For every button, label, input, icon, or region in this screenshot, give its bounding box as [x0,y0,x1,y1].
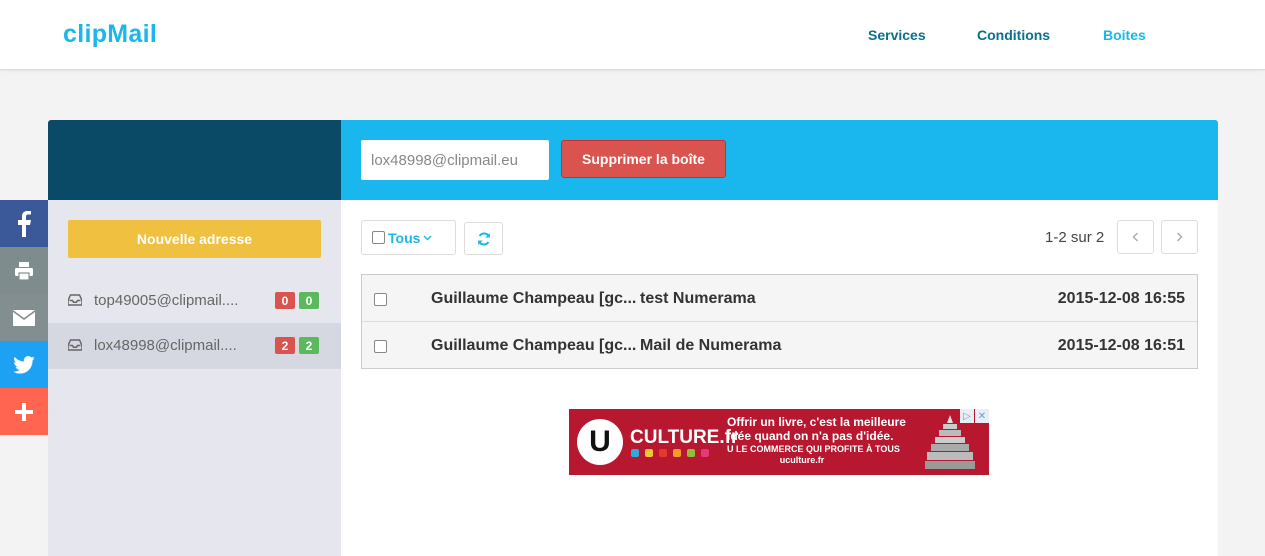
chevron-left-icon [1132,232,1138,242]
ad-color-dots [631,449,709,457]
inbox-icon [68,294,82,306]
pagination-info: 1-2 sur 2 [1045,229,1105,246]
message-area: Tous 1-2 sur 2 Guillaume Champeau [gc...… [341,200,1218,556]
u-logo: U [577,419,623,465]
print-icon [15,261,33,280]
select-filter-dropdown[interactable]: Tous [361,220,456,255]
close-icon[interactable]: ✕ [975,409,989,423]
social-share-bar [0,200,48,435]
mailbox-panel: Supprimer la boîte Nouvelle adresse top4… [48,120,1218,556]
mail-icon [13,309,35,326]
unread-count-badge: 2 [275,337,295,354]
adchoices-icon[interactable]: ▷ [960,409,974,423]
message-checkbox[interactable] [374,293,387,306]
inbox-icon [68,339,82,351]
twitter-icon [13,355,35,374]
mailbox-address: lox48998@clipmail.... [94,337,237,354]
total-count-badge: 2 [299,337,319,354]
print-button[interactable] [0,247,48,294]
nav-conditions[interactable]: Conditions [977,27,1050,43]
nav-services[interactable]: Services [868,27,926,43]
ad-banner[interactable]: U CULTURE.fr Offrir un livre, c'est la m… [569,409,989,475]
ad-line-2: idée quand on n'a pas d'idée. [727,429,894,443]
select-all-checkbox[interactable] [372,231,385,244]
mailbox-address-field[interactable] [361,140,549,180]
nav-boites[interactable]: Boites [1103,27,1146,43]
message-sender: Guillaume Champeau [gc... [431,290,637,307]
mailbox-header: Supprimer la boîte [341,120,1218,200]
chevron-down-icon [423,235,432,240]
mailbox-item[interactable]: top49005@clipmail.... 0 0 [48,278,341,324]
message-date: 2015-12-08 16:55 [1057,290,1185,307]
ad-brand: CULTURE.fr [630,427,739,448]
facebook-share-button[interactable] [0,200,48,247]
ad-copy: Offrir un livre, c'est la meilleure idée… [727,415,927,465]
mailbox-item-selected[interactable]: lox48998@clipmail.... 2 2 [48,323,341,369]
ad-line-1: Offrir un livre, c'est la meilleure [727,415,906,429]
email-share-button[interactable] [0,294,48,341]
twitter-share-button[interactable] [0,341,48,388]
refresh-icon [477,231,490,246]
mailbox-address: top49005@clipmail.... [94,292,239,309]
ad-line-3: U LE COMMERCE QUI PROFITE À TOUS [727,444,900,454]
message-sender: Guillaume Champeau [gc... [431,337,637,354]
message-checkbox[interactable] [374,340,387,353]
message-subject: test Numerama [640,290,756,307]
new-address-button[interactable]: Nouvelle adresse [68,220,321,258]
top-navbar: clipMail Services Conditions Boites [0,0,1265,70]
logo[interactable]: clipMail [63,20,157,49]
filter-label: Tous [388,229,421,246]
delete-mailbox-button[interactable]: Supprimer la boîte [561,140,726,178]
ad-line-4: uculture.fr [779,455,825,465]
book-tree-image [925,415,975,469]
unread-count-badge: 0 [275,292,295,309]
next-page-button[interactable] [1161,220,1198,254]
sidebar: Nouvelle adresse top49005@clipmail.... 0… [48,200,341,556]
plus-icon [15,402,33,421]
message-list: Guillaume Champeau [gc... test Numerama … [361,274,1198,369]
message-row[interactable]: Guillaume Champeau [gc... test Numerama … [362,275,1197,322]
chevron-right-icon [1177,232,1183,242]
sidebar-header [48,120,341,200]
previous-page-button[interactable] [1117,220,1154,254]
ad-choices[interactable]: ▷ ✕ [959,409,989,423]
message-date: 2015-12-08 16:51 [1057,337,1185,354]
facebook-icon [18,210,31,237]
more-share-button[interactable] [0,388,48,435]
message-row[interactable]: Guillaume Champeau [gc... Mail de Numera… [362,322,1197,368]
total-count-badge: 0 [299,292,319,309]
message-subject: Mail de Numerama [640,337,782,354]
refresh-button[interactable] [464,222,503,255]
